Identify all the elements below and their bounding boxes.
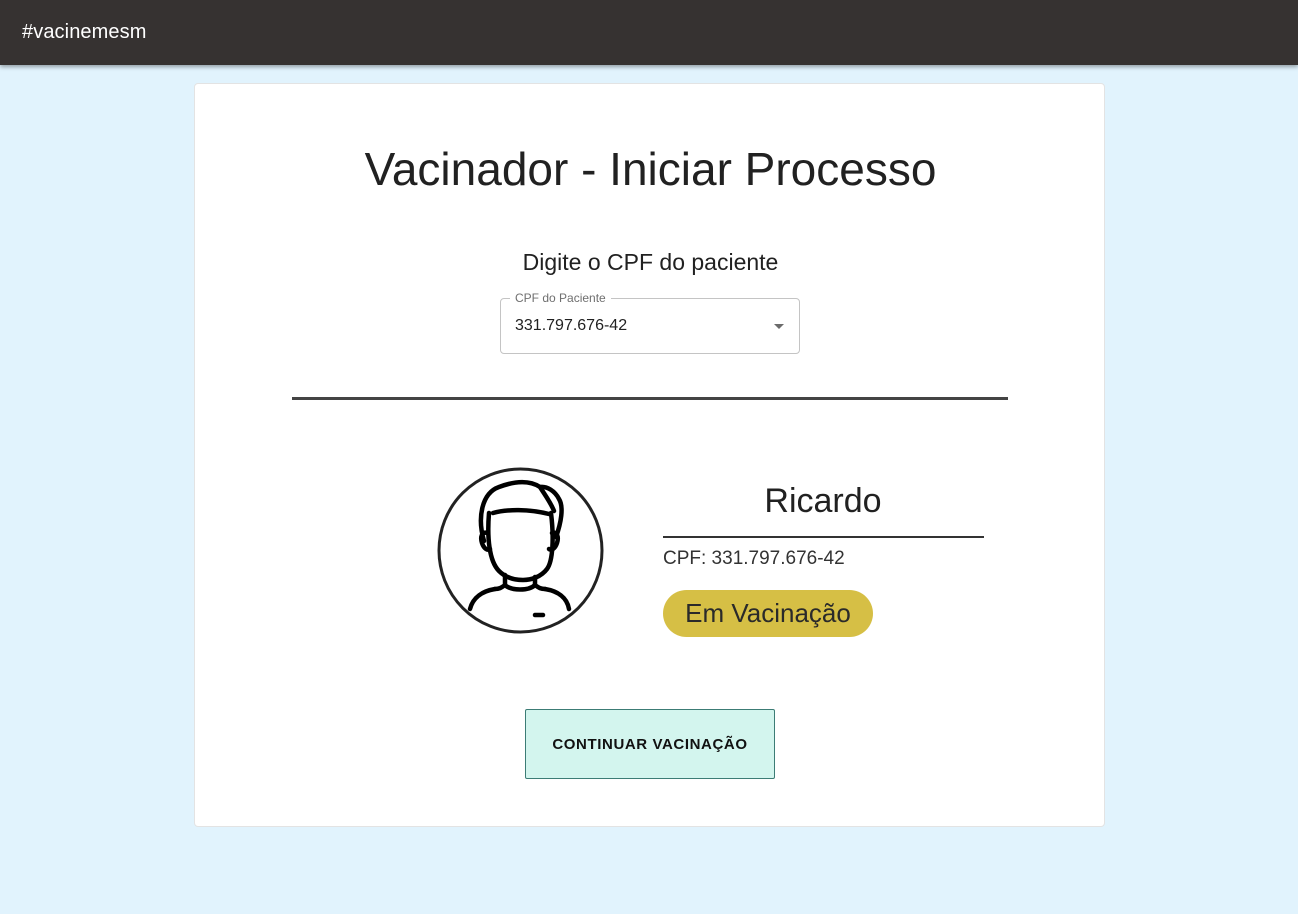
main-card: Vacinador - Iniciar Processo Digite o CP… bbox=[194, 83, 1105, 827]
cpf-select-label: CPF do Paciente bbox=[510, 291, 611, 305]
user-avatar-icon bbox=[437, 467, 604, 634]
page-title: Vacinador - Iniciar Processo bbox=[364, 143, 937, 195]
patient-cpf: CPF: 331.797.676-42 bbox=[663, 548, 845, 569]
app-bar: #vacinemesm bbox=[0, 0, 1298, 65]
continue-vaccination-button[interactable]: CONTINUAR VACINAÇÃO bbox=[525, 709, 775, 779]
name-underline bbox=[663, 536, 984, 538]
cpf-select[interactable]: CPF do Paciente 331.797.676-42 bbox=[500, 291, 800, 354]
patient-name: Ricardo bbox=[764, 482, 882, 520]
section-divider bbox=[292, 397, 1008, 400]
app-brand[interactable]: #vacinemesm bbox=[22, 21, 146, 44]
cpf-select-value: 331.797.676-42 bbox=[515, 317, 628, 334]
cpf-instruction: Digite o CPF do paciente bbox=[522, 249, 779, 275]
status-badge: Em Vacinação bbox=[663, 590, 873, 637]
arrow-drop-down-icon[interactable] bbox=[774, 324, 784, 329]
